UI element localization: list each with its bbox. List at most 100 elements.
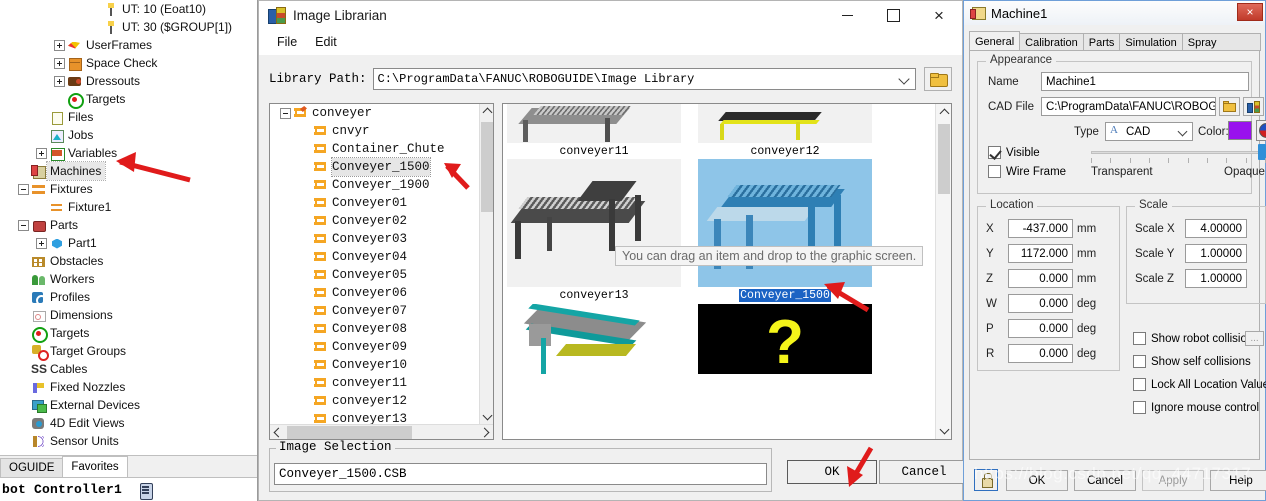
- library-tree-item[interactable]: Conveyer01: [270, 194, 479, 212]
- tree-item-sensor-units[interactable]: Sensor Units: [0, 432, 257, 450]
- tab-general[interactable]: General: [969, 31, 1021, 51]
- tree-item-targets[interactable]: Targets: [0, 324, 257, 343]
- menu-file[interactable]: File: [268, 32, 306, 52]
- location-field-w[interactable]: 0.000: [1008, 294, 1073, 313]
- expand-icon[interactable]: [54, 39, 65, 51]
- wireframe-checkbox[interactable]: Wire Frame: [988, 165, 1066, 178]
- thumbnail-item[interactable]: conveyer13: [507, 159, 681, 302]
- collapse-icon[interactable]: [18, 219, 29, 231]
- tree-item-obstacles[interactable]: Obstacles: [0, 252, 257, 270]
- color-picker-button[interactable]: [1256, 120, 1266, 141]
- tree-item-space-check[interactable]: Space Check: [0, 54, 257, 72]
- library-tree-item[interactable]: Conveyer04: [270, 248, 479, 266]
- maximize-button[interactable]: [870, 1, 916, 29]
- machine-help-button[interactable]: Help: [1210, 470, 1266, 491]
- thumbnail-image-conveyer-1500[interactable]: [698, 159, 872, 287]
- opacity-slider-track[interactable]: [1091, 151, 1266, 154]
- thumbnail-item[interactable]: conveyer11: [507, 104, 681, 158]
- tab-parts[interactable]: Parts: [1082, 33, 1121, 51]
- library-tree-item[interactable]: conveyer11: [270, 374, 479, 392]
- color-swatch[interactable]: [1228, 121, 1252, 140]
- cad-browse-button[interactable]: [1219, 97, 1240, 116]
- location-field-x[interactable]: -437.000: [1008, 219, 1073, 238]
- tree-item-files[interactable]: Files: [0, 108, 257, 126]
- machine-ok-button[interactable]: OK: [1006, 470, 1068, 491]
- tree-item-fixtures[interactable]: Fixtures: [0, 180, 257, 198]
- library-tree-item[interactable]: conveyer: [270, 104, 479, 122]
- scroll-down-icon[interactable]: [936, 423, 951, 439]
- tree-item-dressouts[interactable]: Dressouts: [0, 72, 257, 90]
- menu-edit[interactable]: Edit: [306, 32, 346, 52]
- tree-item-target-groups[interactable]: Target Groups: [0, 342, 257, 361]
- tree-item-workers[interactable]: Workers: [0, 270, 257, 288]
- tab-simulation[interactable]: Simulation: [1119, 33, 1183, 51]
- ok-button[interactable]: OK: [787, 460, 877, 484]
- chevron-down-icon[interactable]: [1179, 128, 1187, 136]
- tree-item-4d-edit-views[interactable]: 4D Edit Views: [0, 414, 257, 432]
- scroll-right-icon[interactable]: [478, 425, 493, 439]
- browse-folder-button[interactable]: [924, 67, 952, 91]
- tab-spray-simulation[interactable]: Spray Simulation: [1181, 33, 1261, 67]
- library-path-combobox[interactable]: C:\ProgramData\FANUC\ROBOGUIDE\Image Lib…: [372, 68, 916, 90]
- location-field-r[interactable]: 0.000: [1008, 344, 1073, 363]
- show-robot-collisions-options-button[interactable]: ...: [1245, 331, 1264, 346]
- library-tree-item[interactable]: Conveyer_1500: [270, 157, 479, 177]
- scroll-thumb-horizontal[interactable]: [287, 426, 412, 439]
- library-tree-item[interactable]: Conveyer02: [270, 212, 479, 230]
- library-tree-list[interactable]: conveyer cnvyr Container_Chute Conveyer_150…: [270, 104, 479, 424]
- image-selection-input[interactable]: Conveyer_1500.CSB: [274, 463, 767, 485]
- scroll-left-icon[interactable]: [270, 425, 285, 439]
- library-tree-item[interactable]: Conveyer_1900: [270, 176, 479, 194]
- library-tree-item[interactable]: Container_Chute: [270, 140, 479, 158]
- machine-cancel-button[interactable]: Cancel: [1074, 470, 1136, 491]
- option-checkbox-lock-all-location-values[interactable]: Lock All Location Values: [1133, 378, 1266, 391]
- library-tree-item[interactable]: Conveyer06: [270, 284, 479, 302]
- close-button[interactable]: ×: [916, 1, 962, 29]
- lock-button[interactable]: [974, 469, 998, 491]
- cad-library-button[interactable]: [1243, 97, 1264, 116]
- library-tree-item[interactable]: conveyer13: [270, 410, 479, 424]
- thumbnail-image-conveyer12[interactable]: [698, 104, 872, 143]
- collapse-icon[interactable]: [280, 107, 291, 119]
- library-tree-item[interactable]: Conveyer10: [270, 356, 479, 374]
- scroll-thumb[interactable]: [481, 122, 493, 212]
- collapse-icon[interactable]: [18, 183, 29, 195]
- expand-icon[interactable]: [36, 147, 47, 159]
- tab-calibration[interactable]: Calibration: [1019, 33, 1084, 51]
- scale-field-scale-x[interactable]: 4.00000: [1185, 219, 1247, 238]
- expand-icon[interactable]: [36, 237, 47, 249]
- thumbnail-image-teal-belt[interactable]: [507, 304, 681, 374]
- cancel-button[interactable]: Cancel: [879, 460, 969, 484]
- teach-pendant-icon[interactable]: [138, 481, 154, 500]
- option-checkbox-show-self-collisions[interactable]: Show self collisions: [1133, 355, 1251, 368]
- option-checkbox-show-robot-collisions[interactable]: Show robot collisions: [1133, 332, 1259, 345]
- tree-item-external-devices[interactable]: External Devices: [0, 396, 257, 414]
- cell-browser-tree[interactable]: UT: 10 (Eoat10) UT: 30 ($GROUP[1]) UserFra…: [0, 0, 257, 455]
- cell-browser-tab-favorites[interactable]: Favorites: [62, 456, 128, 477]
- library-tree-item[interactable]: conveyer12: [270, 392, 479, 410]
- scale-field-scale-z[interactable]: 1.00000: [1185, 269, 1247, 288]
- visible-checkbox[interactable]: Visible: [988, 146, 1040, 159]
- name-field[interactable]: Machine1: [1041, 72, 1249, 91]
- tree-item-jobs[interactable]: Jobs: [0, 126, 257, 144]
- library-tree-item[interactable]: Conveyer05: [270, 266, 479, 284]
- tree-item-variables[interactable]: Variables: [0, 144, 257, 162]
- tree-item-machines[interactable]: Machines: [0, 161, 257, 181]
- library-tree-item[interactable]: Conveyer09: [270, 338, 479, 356]
- thumbnail-item-selected[interactable]: Conveyer_1500: [698, 159, 872, 303]
- close-icon[interactable]: ×: [1237, 3, 1263, 21]
- location-field-y[interactable]: 1172.000: [1008, 244, 1073, 263]
- expand-icon[interactable]: [54, 75, 65, 87]
- scroll-up-icon[interactable]: [936, 104, 951, 120]
- thumbnail-item[interactable]: [507, 304, 681, 376]
- library-tree-item[interactable]: Conveyer07: [270, 302, 479, 320]
- tree-item-ut-10-eoat10[interactable]: UT: 10 (Eoat10): [0, 0, 257, 18]
- thumbnail-grid[interactable]: conveyer11 conveyer12 conveyer13 Conveye…: [503, 104, 935, 439]
- thumbnail-grid-scrollbar[interactable]: [935, 104, 951, 439]
- tree-item-userframes[interactable]: UserFrames: [0, 36, 257, 54]
- tree-item-part1[interactable]: Part1: [0, 234, 257, 252]
- thumbnail-image-conveyer11[interactable]: [507, 104, 681, 143]
- scroll-thumb[interactable]: [938, 124, 950, 194]
- library-tree-horizontal-scrollbar[interactable]: [270, 424, 493, 439]
- library-tree-item[interactable]: Conveyer03: [270, 230, 479, 248]
